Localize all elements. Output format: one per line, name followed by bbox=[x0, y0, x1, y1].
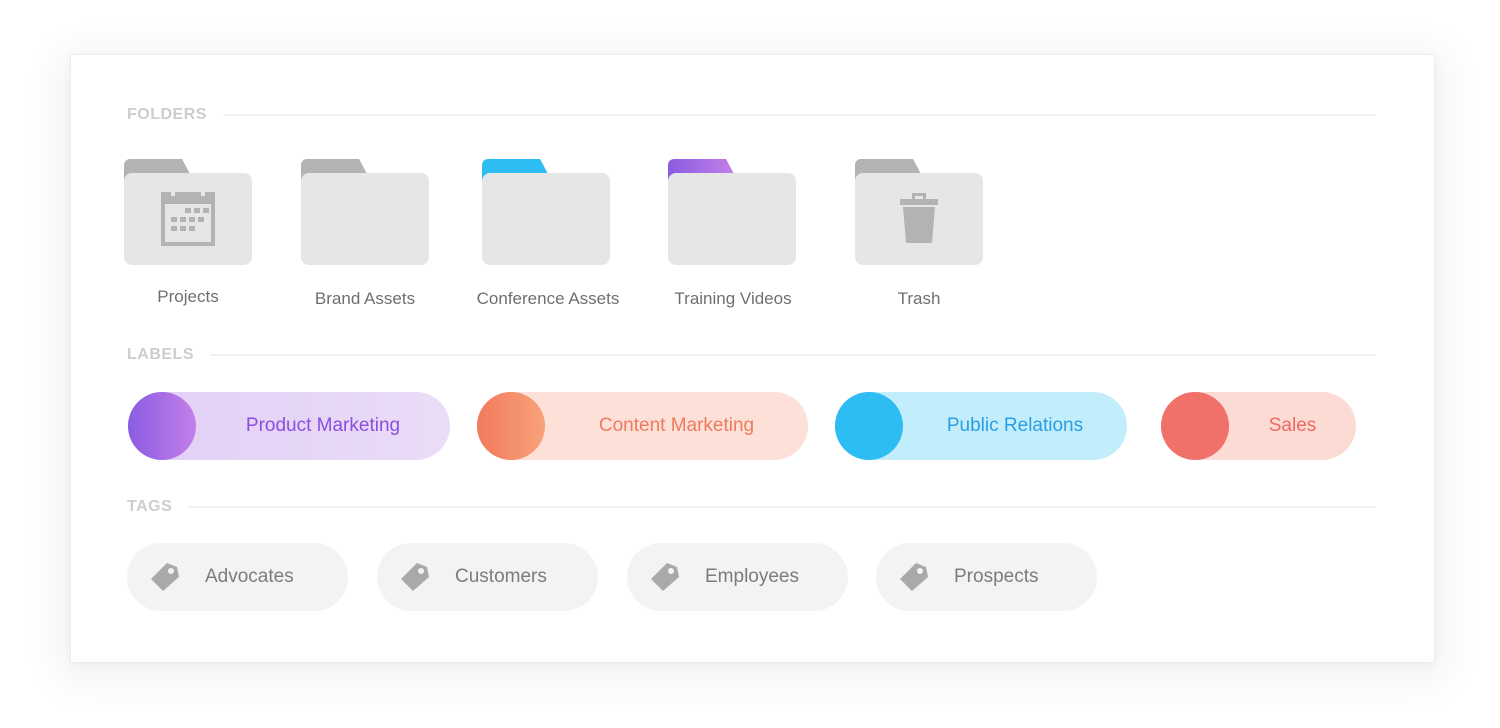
folder-brand-assets[interactable]: Brand Assets bbox=[301, 159, 481, 319]
tag-text: Advocates bbox=[205, 566, 294, 587]
label-color-dot bbox=[1161, 392, 1229, 460]
folder-conference-assets[interactable]: Conference Assets bbox=[477, 159, 662, 319]
labels-section-title: LABELS bbox=[127, 346, 194, 363]
folder-label: Brand Assets bbox=[314, 289, 416, 308]
tag-employees[interactable]: Employees bbox=[627, 543, 848, 611]
folder-icon bbox=[668, 159, 796, 265]
label-color-dot bbox=[128, 392, 196, 460]
folder-body bbox=[482, 173, 610, 265]
folder-label: Trash bbox=[897, 289, 941, 308]
tag-icon bbox=[900, 563, 928, 591]
folder-body bbox=[124, 173, 252, 265]
tag-advocates[interactable]: Advocates bbox=[127, 543, 348, 611]
label-public-relations[interactable]: Public Relations bbox=[835, 392, 1127, 460]
tag-text: Customers bbox=[455, 566, 547, 587]
calendar-icon bbox=[161, 192, 215, 246]
tag-icon bbox=[651, 563, 679, 591]
label-content-marketing[interactable]: Content Marketing bbox=[477, 392, 808, 460]
folders-section-header: FOLDERS bbox=[127, 105, 1375, 125]
folder-icon bbox=[124, 159, 252, 265]
tag-icon bbox=[151, 563, 179, 591]
label-product-marketing[interactable]: Product Marketing bbox=[128, 392, 450, 460]
folder-icon bbox=[855, 159, 983, 265]
tag-text: Employees bbox=[705, 566, 799, 587]
library-panel: FOLDERS Projects Brand Assets Conference… bbox=[70, 54, 1435, 663]
folder-icon bbox=[482, 159, 610, 265]
folder-label: Projects bbox=[157, 287, 219, 306]
tags-divider bbox=[188, 506, 1375, 508]
trash-icon bbox=[900, 193, 938, 243]
folder-icon bbox=[301, 159, 429, 265]
label-text: Content Marketing bbox=[598, 415, 755, 436]
tag-customers[interactable]: Customers bbox=[377, 543, 598, 611]
folder-trash[interactable]: Trash bbox=[855, 159, 1035, 319]
folder-body bbox=[668, 173, 796, 265]
label-text: Sales bbox=[1268, 415, 1317, 436]
folders-section-title: FOLDERS bbox=[127, 106, 207, 123]
folder-label: Training Videos bbox=[674, 289, 792, 308]
label-color-dot bbox=[835, 392, 903, 460]
label-sales[interactable]: Sales bbox=[1161, 392, 1356, 460]
tag-icon bbox=[401, 563, 429, 591]
folder-label: Conference Assets bbox=[476, 289, 620, 308]
label-text: Product Marketing bbox=[245, 415, 401, 436]
folder-body bbox=[855, 173, 983, 265]
tag-text: Prospects bbox=[954, 566, 1039, 587]
tag-prospects[interactable]: Prospects bbox=[876, 543, 1097, 611]
tags-section-title: TAGS bbox=[127, 498, 173, 515]
tags-section-header: TAGS bbox=[127, 497, 1375, 517]
folder-body bbox=[301, 173, 429, 265]
labels-divider bbox=[210, 354, 1375, 356]
folder-training-videos[interactable]: Training Videos bbox=[668, 159, 848, 319]
label-text: Public Relations bbox=[946, 415, 1084, 436]
labels-section-header: LABELS bbox=[127, 345, 1375, 365]
folders-divider bbox=[222, 114, 1375, 116]
label-color-dot bbox=[477, 392, 545, 460]
